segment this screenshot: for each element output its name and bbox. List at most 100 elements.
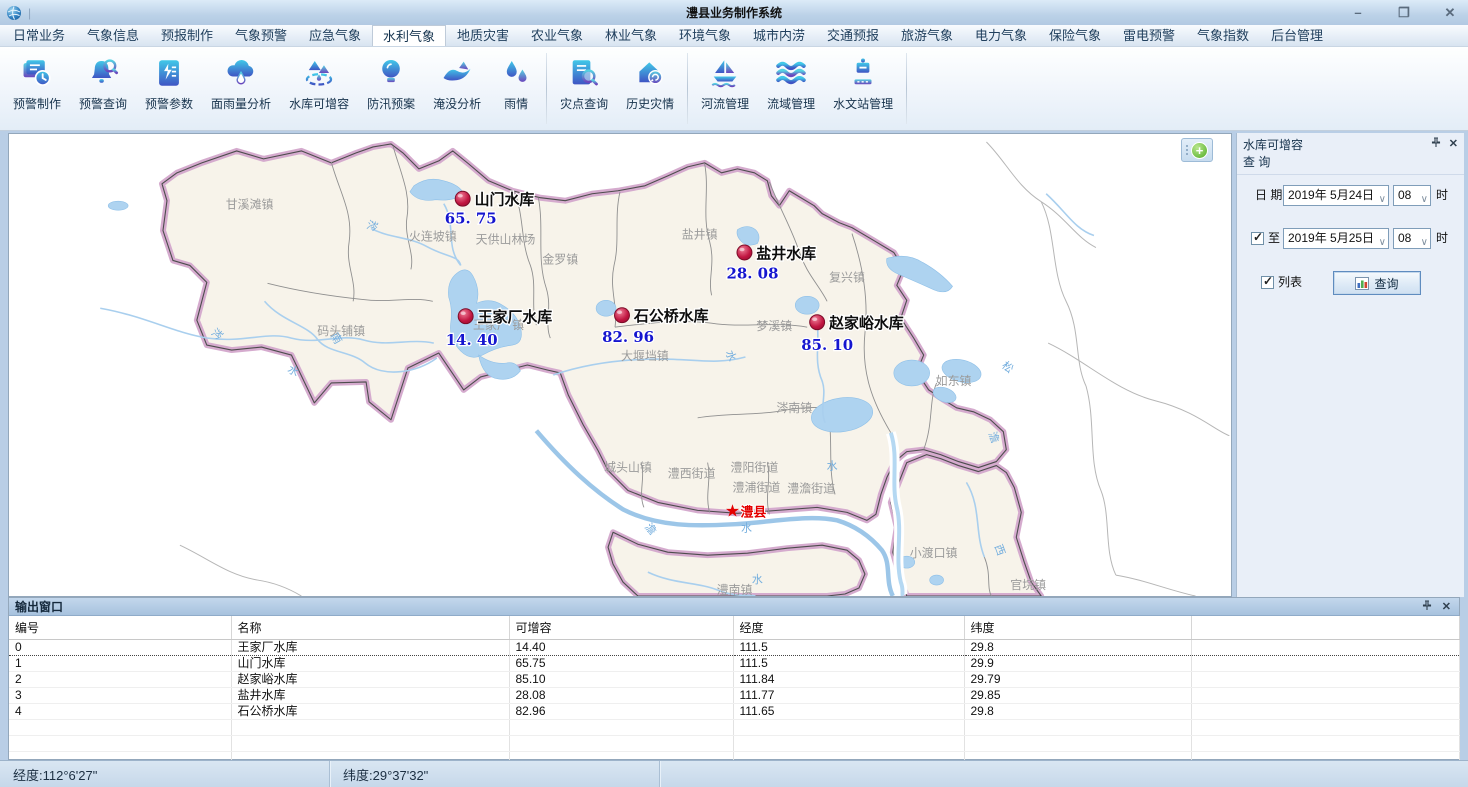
status-latitude: 纬度:29°37'32": [330, 761, 660, 787]
toolbar-label: 雨情: [504, 95, 528, 112]
list-checkbox[interactable]: [1261, 276, 1274, 289]
pin-icon[interactable]: [1431, 137, 1441, 150]
toolbar-separator: [906, 53, 907, 124]
tab-城市内涝[interactable]: 城市内涝: [742, 25, 816, 46]
column-header-编号[interactable]: 编号: [9, 616, 231, 640]
toolbar-submerge-analysis-button[interactable]: 淹没分析: [424, 47, 490, 130]
table-cell: 29.8: [964, 640, 1191, 656]
table-cell: 4: [9, 704, 231, 720]
toolbar-rain-info-button[interactable]: 雨情: [490, 47, 542, 130]
hour-from-combobox[interactable]: 08∨: [1393, 185, 1431, 206]
reservoir-value-label: 14. 40: [446, 331, 498, 349]
table-row-empty: [9, 736, 1459, 752]
pin-icon[interactable]: [1422, 600, 1432, 614]
toolbar-disaster-query-button[interactable]: 灾点查询: [551, 47, 617, 130]
column-header-纬度[interactable]: 纬度: [964, 616, 1191, 640]
tab-应急气象[interactable]: 应急气象: [298, 25, 372, 46]
toolbar-label: 面雨量分析: [211, 95, 271, 112]
history-disaster-icon: [633, 56, 667, 90]
minimize-button[interactable]: –: [1348, 5, 1368, 20]
tab-地质灾害[interactable]: 地质灾害: [446, 25, 520, 46]
table-row[interactable]: 4石公桥水库82.96111.6529.8: [9, 704, 1459, 720]
toolbar-rain-analysis-button[interactable]: 面雨量分析: [202, 47, 280, 130]
toolbar-basin-mgmt-button[interactable]: 流域管理: [758, 47, 824, 130]
alert-params-icon: [152, 56, 186, 90]
date-from-combobox[interactable]: 2019年 5月24日∨: [1283, 185, 1389, 206]
town-label: 复兴镇: [829, 270, 865, 284]
zoom-in-button[interactable]: +: [1191, 142, 1208, 159]
table-row[interactable]: 0王家厂水库14.40111.529.8: [9, 640, 1459, 656]
table-cell: 石公桥水库: [231, 704, 509, 720]
tab-后台管理[interactable]: 后台管理: [1260, 25, 1334, 46]
table-cell: 14.40: [509, 640, 733, 656]
toolbar-alert-params-button[interactable]: 预警参数: [136, 47, 202, 130]
toolbar-alert-query-button[interactable]: 预警查询: [70, 47, 136, 130]
column-header-可增容[interactable]: 可增容: [509, 616, 733, 640]
toolbar-separator: [546, 53, 547, 124]
town-label: 澧阳街道: [731, 461, 779, 475]
table-row[interactable]: 2赵家峪水库85.10111.8429.79: [9, 672, 1459, 688]
tab-雷电预警[interactable]: 雷电预警: [1112, 25, 1186, 46]
toolbar-flood-plan-button[interactable]: 防汛预案: [358, 47, 424, 130]
to-date-checkbox[interactable]: [1251, 232, 1264, 245]
reservoir-name-label: 山门水库: [475, 191, 535, 209]
close-button[interactable]: ✕: [1440, 5, 1460, 21]
chevron-down-icon: ∨: [1421, 190, 1428, 209]
alert-query-icon: [86, 56, 120, 90]
toolbar-river-mgmt-button[interactable]: 河流管理: [692, 47, 758, 130]
toolbar-history-disaster-button[interactable]: 历史灾情: [617, 47, 683, 130]
tab-农业气象[interactable]: 农业气象: [520, 25, 594, 46]
toolbar-alert-make-button[interactable]: 预警制作: [4, 47, 70, 130]
tab-预报制作[interactable]: 预报制作: [150, 25, 224, 46]
menu-bar: 日常业务气象信息预报制作气象预警应急气象水利气象地质灾害农业气象林业气象环境气象…: [0, 25, 1468, 47]
maximize-button[interactable]: ❐: [1394, 5, 1414, 21]
hour-suffix-label: 时: [1436, 228, 1448, 249]
toolbar-label: 淹没分析: [433, 95, 481, 112]
toolbar-hydro-station-button[interactable]: 水文站管理: [824, 47, 902, 130]
table-cell: 82.96: [509, 704, 733, 720]
tab-水利气象[interactable]: 水利气象: [372, 25, 446, 46]
hour-to-combobox[interactable]: 08∨: [1393, 228, 1431, 249]
tab-气象预警[interactable]: 气象预警: [224, 25, 298, 46]
reservoir-name-label: 石公桥水库: [633, 307, 709, 325]
date-to-combobox[interactable]: 2019年 5月25日∨: [1283, 228, 1389, 249]
tab-保险气象[interactable]: 保险气象: [1038, 25, 1112, 46]
drag-grip-icon: [1186, 145, 1188, 155]
tab-气象信息[interactable]: 气象信息: [76, 25, 150, 46]
output-table-header: 编号名称可增容经度纬度: [9, 616, 1459, 640]
toolbar-reservoir-capacity-button[interactable]: 水库可增容: [280, 47, 358, 130]
query-button[interactable]: 查询: [1333, 271, 1421, 295]
table-row[interactable]: 3盐井水库28.08111.7729.85: [9, 688, 1459, 704]
county-seat: ★澧县: [725, 501, 766, 520]
tab-交通预报[interactable]: 交通预报: [816, 25, 890, 46]
chevron-down-icon: ∨: [1421, 233, 1428, 252]
toolbar-label: 流域管理: [767, 95, 815, 112]
reservoir-name-label: 赵家峪水库: [828, 314, 904, 332]
output-window: 输出窗口 ✕ 编号名称可增容经度纬度 0王家厂水库14.40111.529.81…: [8, 597, 1460, 760]
panel-close-icon[interactable]: ✕: [1449, 137, 1458, 150]
status-spacer: [660, 761, 1468, 787]
toolbar: 预警制作预警查询预警参数面雨量分析水库可增容防汛预案淹没分析 雨情 灾点查询历史灾情…: [0, 47, 1468, 131]
river-name-label: 水: [752, 573, 763, 586]
toolbar-label: 预警制作: [13, 95, 61, 112]
tab-电力气象[interactable]: 电力气象: [964, 25, 1038, 46]
tab-日常业务[interactable]: 日常业务: [2, 25, 76, 46]
table-cell: 1: [9, 656, 231, 672]
river-name-label: 水: [741, 521, 752, 534]
table-row-empty: [9, 720, 1459, 736]
town-label: 大堰垱镇: [621, 349, 669, 363]
column-header-名称[interactable]: 名称: [231, 616, 509, 640]
window-title: 澧县业务制作系统: [0, 4, 1468, 21]
map-svg: 甘溪滩镇火连坡镇天供山林场金罗镇盐井镇复兴镇码头铺镇王家厂 镇梦溪镇大堰垱镇涔南…: [9, 134, 1231, 596]
table-cell: 29.8: [964, 704, 1191, 720]
output-close-icon[interactable]: ✕: [1442, 600, 1451, 614]
map-canvas[interactable]: 甘溪滩镇火连坡镇天供山林场金罗镇盐井镇复兴镇码头铺镇王家厂 镇梦溪镇大堰垱镇涔南…: [8, 133, 1232, 597]
table-row[interactable]: 1山门水库65.75111.529.9: [9, 656, 1459, 672]
tab-环境气象[interactable]: 环境气象: [668, 25, 742, 46]
tab-气象指数[interactable]: 气象指数: [1186, 25, 1260, 46]
tab-林业气象[interactable]: 林业气象: [594, 25, 668, 46]
column-header-经度[interactable]: 经度: [733, 616, 964, 640]
tab-旅游气象[interactable]: 旅游气象: [890, 25, 964, 46]
table-cell: 0: [9, 640, 231, 656]
chevron-down-icon: ∨: [1379, 190, 1386, 209]
